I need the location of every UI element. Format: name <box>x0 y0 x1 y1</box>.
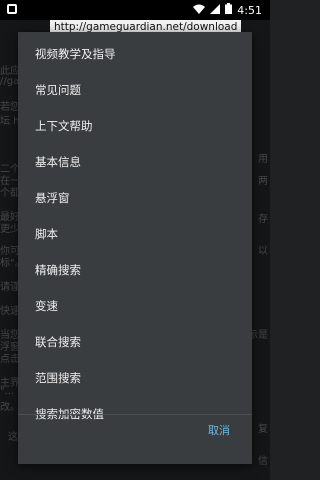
menu-item-script[interactable]: 脚本 <box>18 216 252 252</box>
wifi-icon <box>193 4 206 17</box>
menu-item-exact-search[interactable]: 精确搜索 <box>18 252 252 288</box>
menu-item-faq[interactable]: 常见问题 <box>18 72 252 108</box>
menu-item-context-help[interactable]: 上下文帮助 <box>18 108 252 144</box>
help-menu-dialog: 视频教学及指导 常见问题 上下文帮助 基本信息 悬浮窗 脚本 精确搜索 变速 联… <box>18 32 252 464</box>
menu-item-range-search[interactable]: 范围搜索 <box>18 360 252 396</box>
notification-icon <box>6 3 18 18</box>
menu-item-group-search[interactable]: 联合搜索 <box>18 324 252 360</box>
battery-icon <box>225 3 233 17</box>
dialog-footer: 取消 <box>18 404 252 464</box>
status-bar: 4:51 <box>0 0 270 20</box>
menu-item-speed-hack[interactable]: 变速 <box>18 288 252 324</box>
status-time: 4:51 <box>237 3 262 17</box>
menu-item-video-tutorial[interactable]: 视频教学及指导 <box>18 36 252 72</box>
menu-item-basic-info[interactable]: 基本信息 <box>18 144 252 180</box>
cellular-signal-icon <box>210 3 221 17</box>
cancel-button[interactable]: 取消 <box>208 422 230 438</box>
menu-item-floating-window[interactable]: 悬浮窗 <box>18 180 252 216</box>
